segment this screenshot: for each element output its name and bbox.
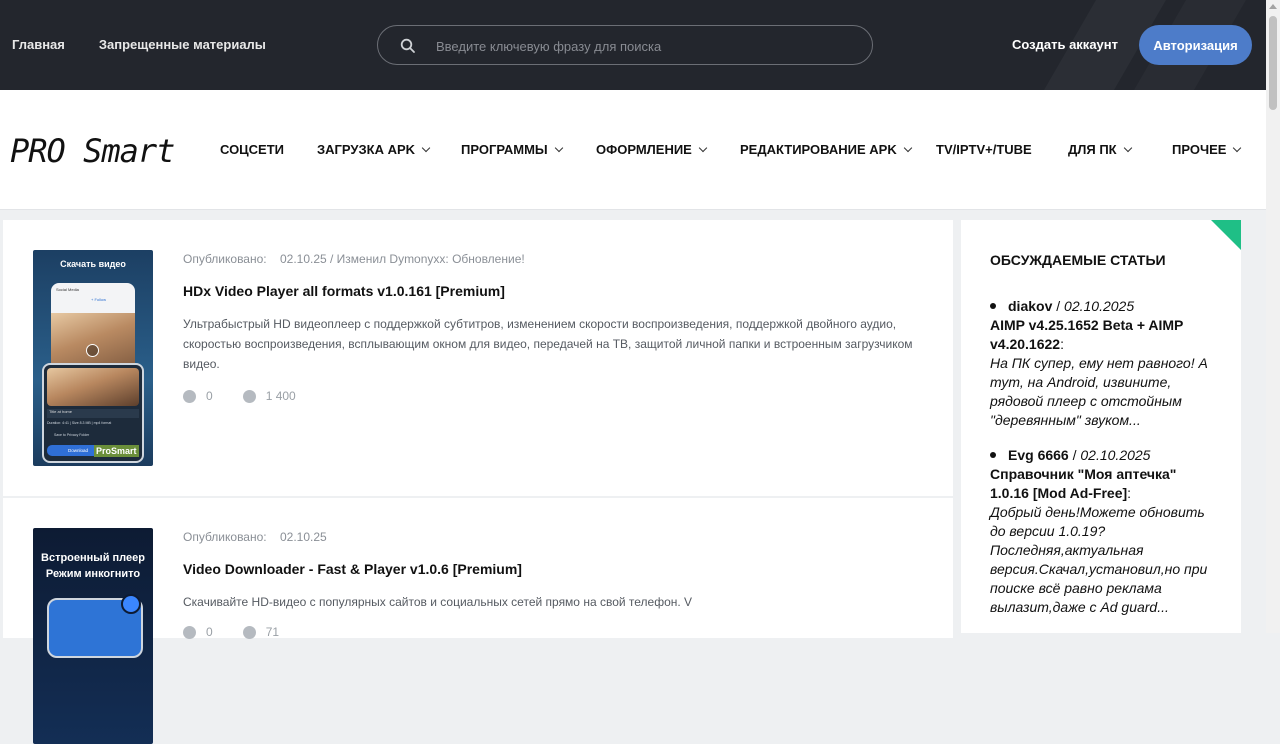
chevron-down-icon [421, 143, 431, 152]
post-description: Ультрабыстрый HD видеоплеер с поддержкой… [183, 317, 913, 371]
play-icon [86, 344, 99, 357]
search-box[interactable] [377, 25, 873, 65]
scrollbar-thumb[interactable] [1269, 16, 1277, 110]
post-title[interactable]: Video Downloader - Fast & Player v1.0.6 … [183, 561, 522, 577]
scroll-up-arrow-icon[interactable] [1269, 4, 1277, 9]
thumb-watermark: ProSmart [94, 445, 139, 457]
search-input[interactable] [436, 36, 856, 56]
nav-item-other[interactable]: ПРОЧЕЕ [1172, 142, 1242, 157]
post-meta-value: 02.10.25 [279, 530, 327, 544]
chevron-down-icon [1123, 143, 1132, 152]
nav-item-apk-download[interactable]: ЗАГРУЗКА APK [317, 142, 461, 157]
post-meta: Опубликовано: 02.10.25 [183, 530, 327, 544]
top-bar: Главная Запрещенные материалы Создать ак… [0, 0, 1266, 90]
thumb-save-option: Save to Privacy Folder [54, 433, 90, 437]
nav-item-apk-editing[interactable]: РЕДАКТИРОВАНИЕ APK [740, 142, 936, 157]
nav-label: ЗАГРУЗКА APK [317, 142, 416, 157]
post-stats: 0 1 400 [183, 389, 296, 403]
post-description: Скачивайте HD-видео с популярных сайтов … [183, 595, 693, 609]
comment-date: 02.10.2025 [1080, 447, 1151, 463]
nav-item-pc[interactable]: ДЛЯ ПК [1068, 142, 1172, 157]
search-icon [400, 38, 415, 53]
comment-text: Добрый день!Можете обновить до версии 1.… [990, 504, 1208, 615]
thumb-social-label: Social Media [56, 287, 79, 292]
chevron-down-icon [903, 143, 912, 152]
view-count: 1 400 [265, 389, 296, 403]
views-icon [242, 625, 256, 639]
thumb-photo-2 [47, 368, 139, 406]
login-button[interactable]: Авторизация [1139, 25, 1252, 65]
bullet-icon [990, 451, 996, 458]
thumb-caption-line2: Режим инкогнито [45, 568, 141, 580]
post-item: Встроенный плеер Режим инкогнито Опублик… [3, 498, 953, 744]
nav-label: ПРОЧЕЕ [1172, 142, 1227, 157]
thumb-follow-label: + Follow [91, 297, 107, 302]
comment-icon [183, 625, 196, 639]
nav-label: ОФОРМЛЕНИЕ [596, 142, 692, 157]
view-count: 71 [265, 625, 280, 639]
comment-article-link[interactable]: Справочник "Моя аптечка" 1.0.16 [Mod Ad-… [990, 466, 1176, 501]
site-header: PRO Smart СОЦСЕТИ ЗАГРУЗКА APK ПРОГРАММЫ… [0, 90, 1266, 210]
thumb-incognito-icon [121, 594, 141, 614]
comment-count: 0 [206, 389, 213, 403]
sidebar-title: ОБСУЖДАЕМЫЕ СТАТЬИ [990, 252, 1166, 268]
create-account-link[interactable]: Создать аккаунт [1012, 37, 1118, 52]
posts-list: Скачать видео Social Media + Follow Titl… [3, 220, 953, 744]
comment-count: 0 [206, 625, 213, 639]
nav-item-tv[interactable]: TV/IPTV+/TUBE [936, 142, 1068, 157]
post-meta-label: Опубликовано: [183, 252, 267, 266]
comment-author[interactable]: Evg 6666 [1008, 447, 1069, 463]
chevron-down-icon [698, 143, 708, 152]
nav-item-socials[interactable]: СОЦСЕТИ [220, 142, 317, 157]
nav-label: СОЦСЕТИ [220, 142, 285, 157]
bullet-icon [990, 302, 996, 309]
sidebar-discussed-articles: ОБСУЖДАЕМЫЕ СТАТЬИ diakov / 02.10.2025 A… [961, 220, 1241, 633]
nav-label: ПРОГРАММЫ [461, 142, 548, 157]
nav-item-programs[interactable]: ПРОГРАММЫ [461, 142, 596, 157]
thumb-caption-line1: Встроенный плеер [41, 552, 145, 564]
link-forbidden-materials[interactable]: Запрещенные материалы [99, 37, 266, 52]
thumb-file-title: Title at home [47, 409, 139, 418]
post-meta: Опубликовано: 02.10.25 / Изменил Dymonyx… [183, 252, 525, 266]
chevron-down-icon [1233, 143, 1242, 152]
link-home[interactable]: Главная [12, 37, 65, 52]
nav-label: TV/IPTV+/TUBE [936, 142, 1032, 157]
post-meta-value: 02.10.25 / Изменил Dymonyxx: Обновление! [279, 252, 525, 266]
sidebar-comment: diakov / 02.10.2025 AIMP v4.25.1652 Beta… [990, 298, 1208, 428]
site-logo[interactable]: PRO Smart [10, 132, 175, 170]
comment-text: На ПК супер, ему нет равного! А тут, на … [990, 355, 1208, 428]
nav-item-design[interactable]: ОФОРМЛЕНИЕ [596, 142, 740, 157]
thumb-download-card: Title at home Duration: 4:41 | Size 8.3 … [42, 363, 144, 463]
comment-icon [183, 389, 196, 403]
post-meta-label: Опубликовано: [183, 530, 267, 544]
thumb-file-info: Duration: 4:41 | Size 8.3 MB | mp4 forma… [47, 421, 112, 425]
sidebar-comment: Evg 6666 / 02.10.2025 Справочник "Моя ап… [990, 447, 1208, 615]
comment-article-link[interactable]: AIMP v4.25.1652 Beta + AIMP v4.20.1622 [990, 317, 1183, 352]
chevron-down-icon [554, 143, 563, 152]
nav-label: РЕДАКТИРОВАНИЕ APK [740, 142, 897, 157]
post-thumbnail[interactable]: Скачать видео Social Media + Follow Titl… [33, 250, 153, 466]
top-links: Главная Запрещенные материалы [12, 37, 266, 52]
post-title[interactable]: HDx Video Player all formats v1.0.161 [P… [183, 283, 505, 299]
post-item: Скачать видео Social Media + Follow Titl… [3, 220, 953, 496]
corner-ribbon [1211, 220, 1241, 250]
comment-author[interactable]: diakov [1008, 298, 1052, 314]
main-nav: СОЦСЕТИ ЗАГРУЗКА APK ПРОГРАММЫ ОФОРМЛЕНИ… [220, 142, 1242, 157]
views-icon [242, 389, 256, 403]
thumb-caption: Скачать видео [60, 259, 126, 269]
comment-date: 02.10.2025 [1064, 298, 1135, 314]
nav-label: ДЛЯ ПК [1068, 142, 1117, 157]
post-thumbnail[interactable]: Встроенный плеер Режим инкогнито [33, 528, 153, 744]
post-stats: 0 71 [183, 625, 279, 639]
page-scrollbar[interactable] [1266, 0, 1280, 633]
